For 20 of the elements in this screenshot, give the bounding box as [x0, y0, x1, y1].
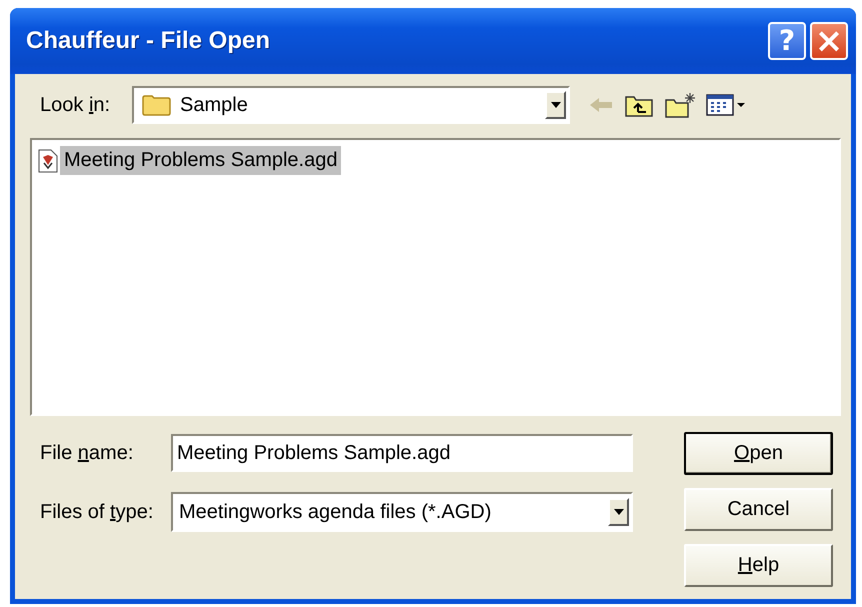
look-in-label: Look in:: [39, 94, 112, 116]
view-menu-icon[interactable]: [706, 93, 746, 117]
new-folder-icon[interactable]: [664, 91, 696, 119]
document-icon: [38, 148, 58, 172]
help-button[interactable]: Help: [684, 544, 833, 587]
look-in-dropdown[interactable]: Sample: [132, 86, 570, 124]
file-type-value: Meetingworks agenda files (*.AGD): [179, 500, 492, 524]
cancel-button[interactable]: Cancel: [684, 488, 833, 531]
caret-icon: [550, 102, 560, 108]
dropdown-button[interactable]: [545, 91, 566, 119]
file-type-label: Files of type:: [39, 500, 154, 524]
file-name-field[interactable]: Meeting Problems Sample.agd: [171, 434, 633, 472]
file-name-label: File name:: [39, 442, 134, 464]
window-title: Chauffeur - File Open: [26, 27, 270, 55]
caret-icon: [614, 509, 624, 515]
file-type-dropdown[interactable]: Meetingworks agenda files (*.AGD): [171, 492, 633, 532]
dropdown-button[interactable]: [608, 498, 629, 526]
folder-icon: [142, 94, 172, 116]
look-in-value: Sample: [180, 94, 249, 116]
open-button[interactable]: Open: [684, 432, 833, 475]
